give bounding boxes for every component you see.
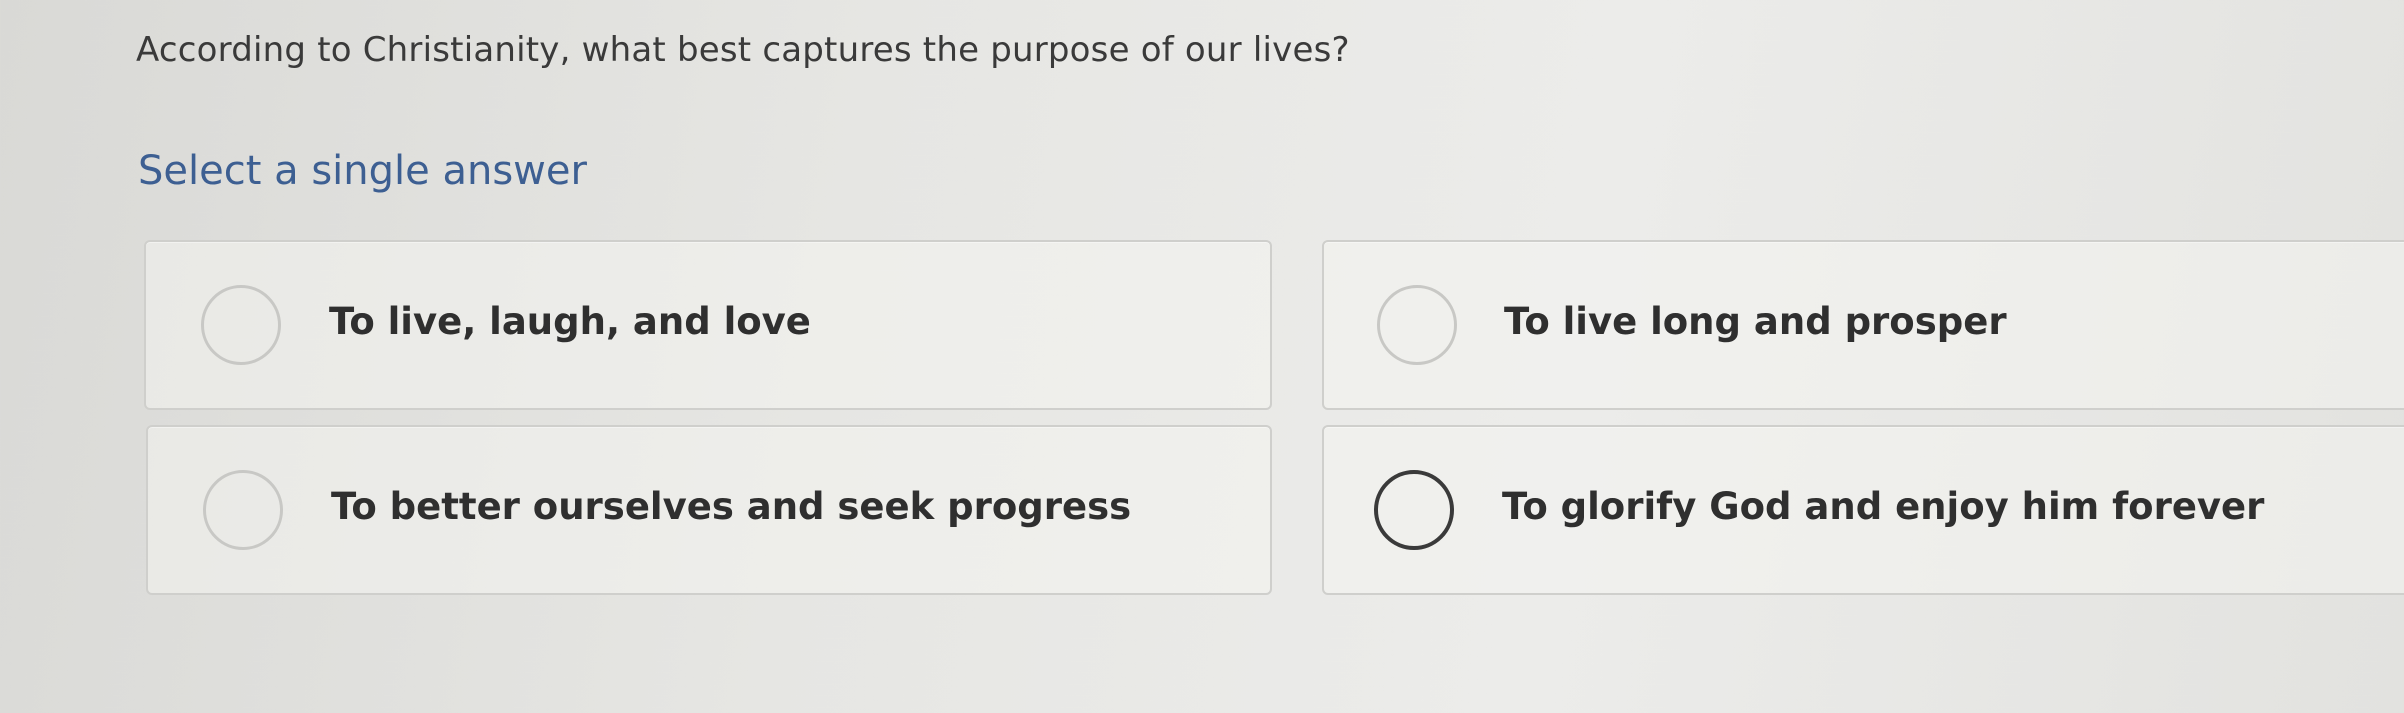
radio-button[interactable] [1377, 285, 1457, 365]
answer-option-4[interactable]: To glorify God and enjoy him forever [1322, 425, 2404, 595]
answer-option-label: To live long and prosper [1504, 300, 2007, 343]
radio-button[interactable] [201, 285, 281, 365]
answer-option-2[interactable]: To live long and prosper [1322, 240, 2404, 410]
radio-button[interactable] [1374, 470, 1454, 550]
answer-instruction: Select a single answer [138, 148, 587, 194]
radio-button[interactable] [203, 470, 283, 550]
answer-option-1[interactable]: To live, laugh, and love [144, 240, 1272, 410]
answer-option-label: To live, laugh, and love [329, 300, 811, 343]
answer-option-label: To better ourselves and seek progress [331, 485, 1132, 528]
question-text: According to Christianity, what best cap… [136, 30, 1350, 70]
answer-option-3[interactable]: To better ourselves and seek progress [146, 425, 1272, 595]
answer-option-label: To glorify God and enjoy him forever [1502, 485, 2265, 528]
